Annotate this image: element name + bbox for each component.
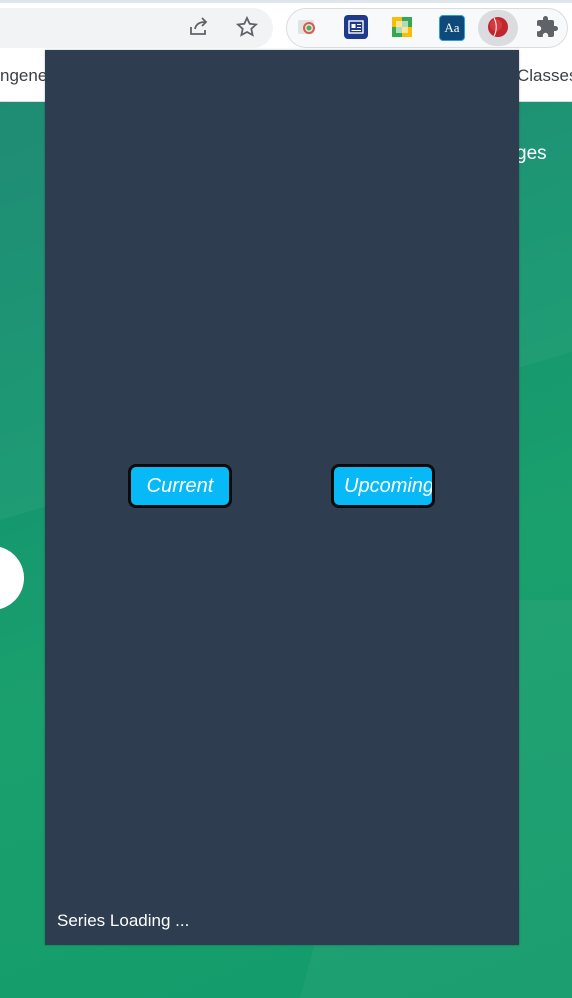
share-icon[interactable]	[186, 14, 212, 40]
dictionary-extension-label: Aa	[444, 20, 460, 35]
photos-extension-icon[interactable]	[296, 15, 320, 39]
address-bar[interactable]	[0, 8, 273, 48]
background-page-text: ges	[516, 143, 547, 164]
bookmark-item[interactable]: ngene	[0, 66, 47, 86]
news-extension-icon[interactable]	[344, 15, 368, 39]
dictionary-extension-icon[interactable]: Aa	[439, 15, 465, 41]
extensions-area	[286, 8, 568, 48]
loading-status-text: Series Loading ...	[57, 911, 190, 930]
current-series-button[interactable]: Current	[128, 464, 232, 508]
extension-popup: Current Upcoming Series Loading ...	[45, 50, 519, 945]
puzzle-extensions-icon[interactable]	[535, 15, 559, 39]
browser-toolbar: Aa	[0, 0, 572, 53]
upcoming-series-button[interactable]: Upcoming	[331, 464, 435, 508]
sheets-extension-icon[interactable]	[390, 15, 414, 39]
star-icon[interactable]	[234, 14, 260, 40]
background-circle-button	[0, 546, 24, 610]
toolbar-top-border	[0, 0, 572, 3]
browser-window: Aa ngene Classes ges Current Upcoming Se…	[0, 0, 572, 998]
cricket-ball-extension-icon[interactable]	[486, 15, 510, 39]
bookmark-item[interactable]: Classes	[517, 66, 572, 86]
